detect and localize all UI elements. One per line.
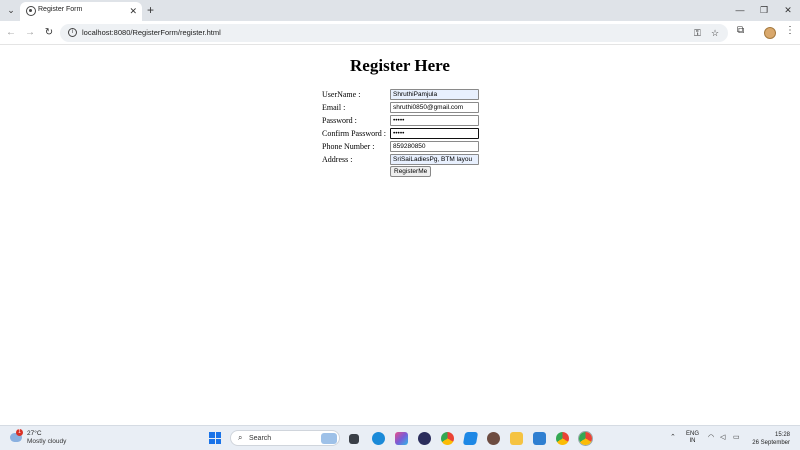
file-explorer-dark-icon[interactable] [349, 434, 359, 444]
url-text[interactable]: localhost:8080/RegisterForm/register.htm… [82, 28, 221, 37]
copilot-icon[interactable] [395, 432, 408, 445]
edge-icon[interactable] [372, 432, 385, 445]
chevron-up-icon[interactable]: ⌃ [670, 432, 676, 444]
search-placeholder: Search [249, 435, 272, 442]
globe-icon [26, 6, 36, 16]
restore-icon[interactable]: ❐ [757, 3, 771, 17]
username-label: UserName : [322, 90, 361, 99]
language-code: ENG [686, 431, 700, 437]
vscode-icon[interactable] [462, 432, 479, 445]
clock-date: 26 September [752, 440, 790, 446]
phone-number-input[interactable]: 859280850 [390, 141, 479, 152]
wifi-icon[interactable]: ◠ [708, 432, 714, 444]
username-input[interactable]: ShruthiPamjula [390, 89, 479, 100]
page-title: Register Here [350, 56, 450, 75]
chrome-profile-icon[interactable] [556, 432, 569, 445]
clock-time: 15:28 [774, 432, 790, 438]
chrome-icon[interactable] [441, 432, 454, 445]
windows-start-icon[interactable] [209, 432, 221, 444]
weather-description[interactable]: Mostly cloudy [27, 438, 66, 445]
extensions-icon[interactable]: ⧉ [737, 25, 744, 36]
address-input[interactable]: SriSaiLadiesPg, BTM layou [390, 154, 479, 165]
new-tab-icon[interactable]: + [147, 3, 154, 17]
confirm-password-label: Confirm Password : [322, 129, 386, 138]
photos-icon[interactable] [533, 432, 546, 445]
language-region: IN [689, 438, 696, 444]
taskbar-search[interactable]: ⌕ Search [230, 430, 340, 446]
bookmark-star-icon[interactable]: ☆ [711, 27, 719, 39]
battery-icon[interactable]: ▭ [733, 432, 740, 444]
clock[interactable]: 15:28 26 September [752, 431, 790, 447]
email-label: Email : [322, 103, 346, 112]
tab-strip: ⌄ Register Form ✕ + — ❐ ✕ [0, 0, 800, 21]
taskbar: 1 27°C Mostly cloudy ⌕ Search ⌃ ENG IN ◠… [0, 425, 800, 450]
app-dark-oval-icon[interactable] [418, 432, 431, 445]
tab-register-form[interactable]: Register Form ✕ [20, 2, 142, 21]
password-key-icon[interactable]: ⚿ [694, 27, 701, 39]
profile-avatar[interactable] [764, 27, 776, 39]
close-icon[interactable]: ✕ [129, 5, 137, 17]
search-highlight-icon [321, 433, 337, 444]
back-icon[interactable]: ← [4, 26, 18, 40]
language-indicator[interactable]: ENG IN [686, 431, 699, 445]
window-close-icon[interactable]: ✕ [781, 3, 795, 17]
forward-icon[interactable]: → [23, 26, 37, 40]
app-brown-icon[interactable] [487, 432, 500, 445]
tab-search-icon[interactable]: ⌄ [4, 3, 18, 17]
address-bar[interactable]: i localhost:8080/RegisterForm/register.h… [60, 24, 728, 42]
volume-icon[interactable]: ◁ [720, 432, 725, 444]
phone-number-label: Phone Number : [322, 142, 375, 151]
tab-title: Register Form [38, 6, 83, 13]
address-label: Address : [322, 155, 353, 164]
weather-alert-badge: 1 [16, 429, 23, 436]
reload-icon[interactable]: ↻ [42, 26, 56, 40]
password-label: Password : [322, 116, 357, 125]
chrome-active-icon[interactable] [579, 432, 592, 445]
confirm-password-input[interactable]: ••••• [390, 128, 479, 139]
search-icon: ⌕ [238, 433, 243, 442]
menu-kebab-icon[interactable]: ⋮ [785, 25, 795, 36]
weather-temperature[interactable]: 27°C [27, 430, 42, 437]
minimize-icon[interactable]: — [733, 3, 747, 17]
site-info-icon[interactable]: i [68, 28, 77, 37]
register-me-button[interactable]: RegisterMe [390, 166, 432, 177]
folder-icon[interactable] [510, 432, 523, 445]
email-input[interactable]: shruthi0850@gmail.com [390, 102, 479, 113]
browser-toolbar: ← → ↻ i localhost:8080/RegisterForm/regi… [0, 21, 800, 45]
password-input[interactable]: ••••• [390, 115, 479, 126]
